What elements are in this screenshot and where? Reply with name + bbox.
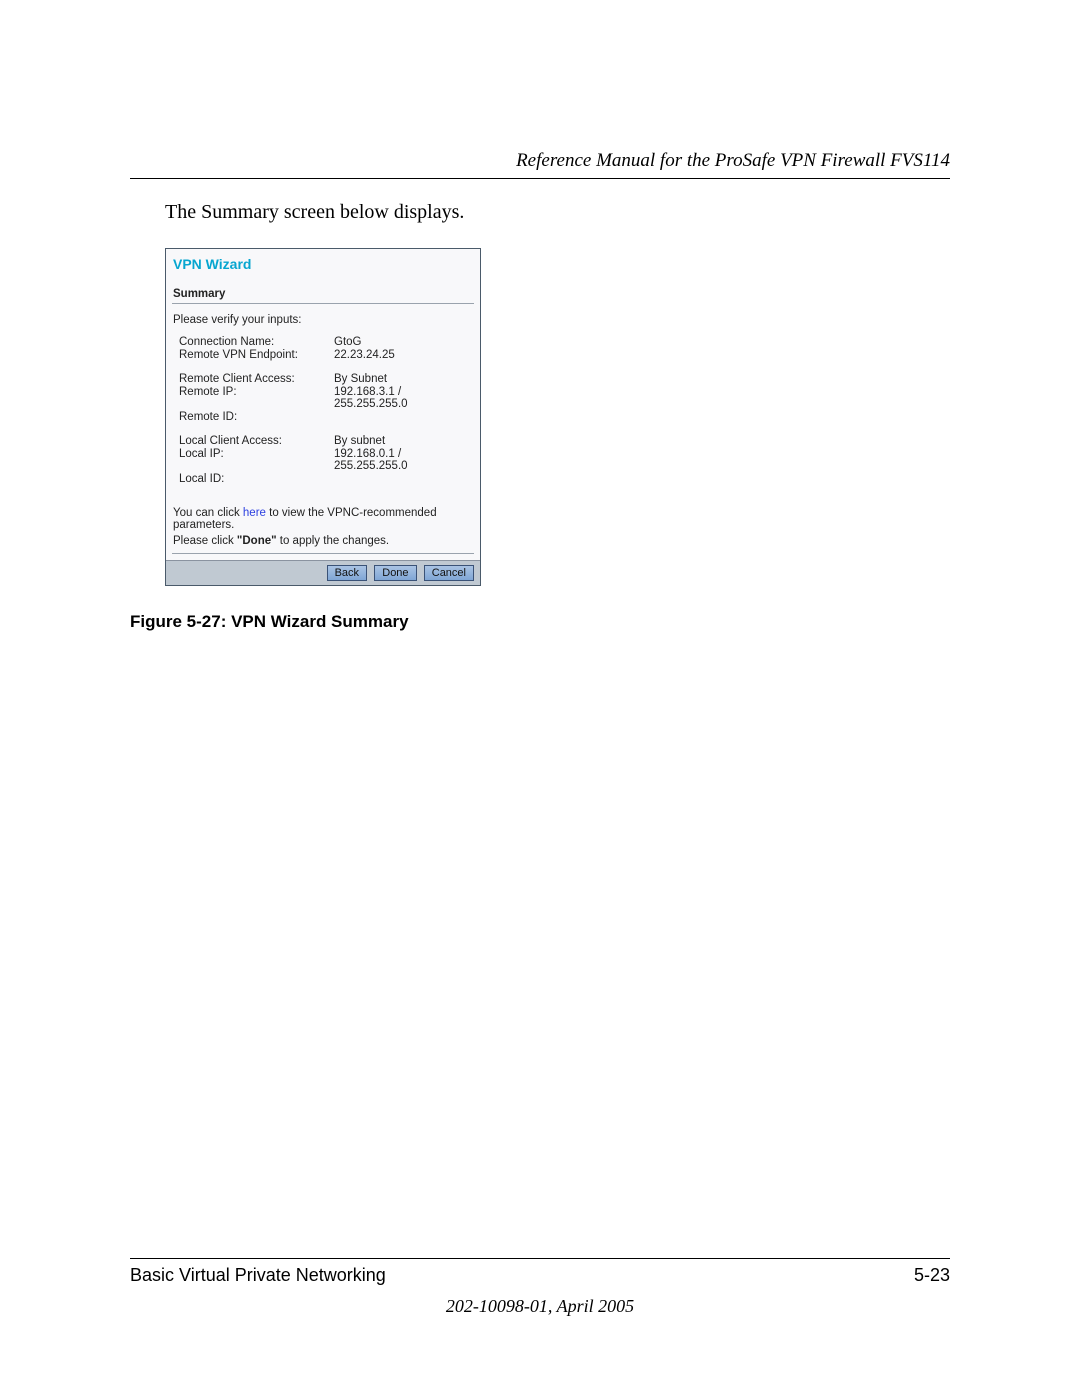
manual-title: Reference Manual for the ProSafe VPN Fir… — [130, 150, 950, 172]
value: GtoG — [334, 336, 474, 348]
value: By subnet — [334, 435, 474, 447]
field-remote-client-access: Remote Client Access: By Subnet — [172, 373, 474, 385]
page-number: 5-23 — [914, 1265, 950, 1286]
field-connection-name: Connection Name: GtoG — [172, 336, 474, 348]
label: Remote Client Access: — [172, 373, 334, 385]
apply-pre: Please click — [173, 535, 237, 547]
vpn-wizard-panel: VPN Wizard Summary Please verify your in… — [165, 248, 481, 586]
cancel-button[interactable]: Cancel — [424, 565, 474, 581]
field-local-id: Local ID: — [172, 473, 474, 485]
apply-bold: "Done" — [237, 535, 277, 547]
footer-rule — [130, 1258, 950, 1259]
label: Remote VPN Endpoint: — [172, 349, 334, 361]
apply-post: to apply the changes. — [277, 535, 390, 547]
bottom-rule — [172, 553, 474, 554]
label: Remote ID: — [172, 411, 334, 423]
value — [334, 411, 474, 423]
header-rule — [130, 178, 950, 179]
here-link[interactable]: here — [243, 507, 266, 519]
summary-heading: Summary — [173, 288, 474, 300]
back-button[interactable]: Back — [327, 565, 367, 581]
value: 192.168.3.1 / 255.255.255.0 — [334, 386, 474, 410]
label: Local IP: — [172, 448, 334, 472]
intro-text: The Summary screen below displays. — [165, 201, 950, 224]
field-remote-id: Remote ID: — [172, 411, 474, 423]
field-local-client-access: Local Client Access: By subnet — [172, 435, 474, 447]
apply-note: Please click "Done" to apply the changes… — [173, 535, 474, 547]
value: 192.168.0.1 / 255.255.255.0 — [334, 448, 474, 472]
vpnc-note: You can click here to view the VPNC-reco… — [173, 507, 474, 531]
value — [334, 473, 474, 485]
value: 22.23.24.25 — [334, 349, 474, 361]
label: Local ID: — [172, 473, 334, 485]
wizard-title: VPN Wizard — [173, 256, 474, 272]
done-button[interactable]: Done — [374, 565, 416, 581]
note-pre: You can click — [173, 507, 243, 519]
field-remote-endpoint: Remote VPN Endpoint: 22.23.24.25 — [172, 349, 474, 361]
label: Connection Name: — [172, 336, 334, 348]
button-bar: Back Done Cancel — [166, 560, 480, 585]
label: Remote IP: — [172, 386, 334, 410]
label: Local Client Access: — [172, 435, 334, 447]
field-local-ip: Local IP: 192.168.0.1 / 255.255.255.0 — [172, 448, 474, 472]
figure-caption: Figure 5-27: VPN Wizard Summary — [130, 612, 950, 632]
doc-number: 202-10098-01, April 2005 — [130, 1296, 950, 1317]
value: By Subnet — [334, 373, 474, 385]
field-remote-ip: Remote IP: 192.168.3.1 / 255.255.255.0 — [172, 386, 474, 410]
footer-section: Basic Virtual Private Networking — [130, 1265, 386, 1286]
section-rule — [172, 303, 474, 304]
verify-text: Please verify your inputs: — [173, 314, 474, 326]
